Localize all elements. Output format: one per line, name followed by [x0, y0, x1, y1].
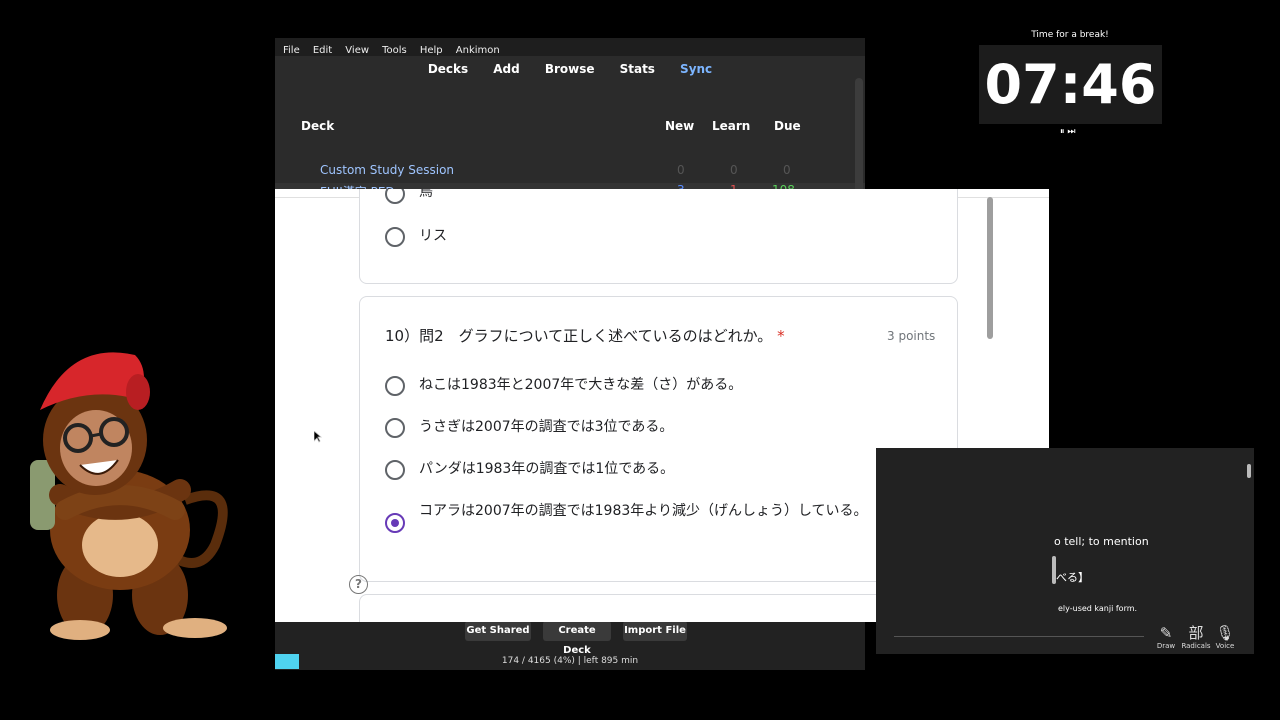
radio-button-selected[interactable] [385, 513, 405, 533]
dictionary-scrollbar[interactable] [1247, 464, 1251, 478]
timer-box: 07:46 [979, 45, 1162, 124]
microphone-icon: 🎙 [1215, 624, 1235, 642]
form-scrollbar[interactable] [987, 197, 993, 339]
question-text: 10）問2 グラフについて正しく述べているのはどれか。 [385, 327, 773, 345]
definition-text: o tell; to mention [1054, 535, 1149, 548]
toolbar-stats[interactable]: Stats [620, 62, 655, 76]
required-mark: * [777, 327, 785, 345]
toolbar-sync[interactable]: Sync [680, 62, 712, 76]
deck-name[interactable]: Custom Study Session [320, 163, 454, 177]
menu-edit[interactable]: Edit [313, 45, 332, 56]
draw-button[interactable]: ✎ Draw [1151, 624, 1181, 650]
toolbar-decks[interactable]: Decks [428, 62, 468, 76]
create-deck-button[interactable]: Create Deck [543, 621, 611, 656]
radio-button[interactable] [385, 460, 405, 480]
learn-header: Learn [712, 119, 751, 133]
option-label: 鳥 [419, 189, 433, 200]
radio-button[interactable] [385, 227, 405, 247]
toolbar-browse[interactable]: Browse [545, 62, 595, 76]
monkey-mascot-image [30, 352, 228, 640]
radio-button[interactable] [385, 189, 405, 204]
radio-button[interactable] [385, 418, 405, 438]
toolbar-add[interactable]: Add [493, 62, 519, 76]
help-icon[interactable]: ? [349, 575, 368, 594]
deck-row[interactable]: Custom Study Session 0 0 0 [275, 163, 865, 181]
previous-question-card: 鳥 リス [359, 189, 958, 284]
get-shared-button[interactable]: Get Shared [465, 621, 531, 641]
new-header: New [665, 119, 695, 133]
deck-header: Deck [301, 119, 335, 133]
deck-learn-count: 0 [730, 163, 738, 177]
voice-button[interactable]: 🎙 Voice [1210, 624, 1240, 650]
bottom-bar: Get Shared Create Deck Import File 174 /… [275, 618, 865, 670]
mouse-cursor-icon [314, 431, 322, 443]
import-file-button[interactable]: Import File [623, 621, 687, 641]
option-label: うさぎは2007年の調査では3位である。 [419, 419, 674, 435]
draw-label: Draw [1156, 642, 1176, 650]
radicals-label: Radicals [1181, 642, 1211, 650]
reading-text: べる】 [1056, 571, 1089, 584]
deck-due-count: 0 [783, 163, 791, 177]
points-label: 3 points [887, 329, 936, 343]
divider [894, 636, 1144, 637]
menu-help[interactable]: Help [420, 45, 443, 56]
menu-view[interactable]: View [345, 45, 369, 56]
menu-tools[interactable]: Tools [382, 45, 407, 56]
dictionary-window: o tell; to mention べる】 ely-used kanji fo… [876, 448, 1254, 654]
timer-value: 07:46 [984, 53, 1157, 116]
menu-ankimon[interactable]: Ankimon [456, 45, 500, 56]
note-text: ely-used kanji form. [1058, 604, 1138, 613]
menu-file[interactable]: File [283, 45, 300, 56]
menu-bar: File Edit View Tools Help Ankimon [275, 38, 865, 56]
main-toolbar: Decks Add Browse Stats Sync [275, 58, 865, 77]
voice-label: Voice [1215, 642, 1235, 650]
due-header: Due [774, 119, 801, 133]
question-card: 10）問2 グラフについて正しく述べているのはどれか。 * 3 points ね… [359, 296, 958, 582]
next-question-card [359, 594, 958, 622]
radicals-button[interactable]: 部 Radicals [1181, 624, 1211, 650]
option-label: コアラは2007年の調査では1983年より減少（げんしょう）している。 [419, 503, 868, 519]
deck-new-count: 0 [677, 163, 685, 177]
question-title: 10）問2 グラフについて正しく述べているのはどれか。 * [385, 325, 785, 347]
timer-label: Time for a break! [1031, 30, 1109, 40]
radio-button[interactable] [385, 376, 405, 396]
option-label: ねこは1983年と2007年で大きな差（さ）がある。 [419, 377, 743, 393]
timer-controls[interactable]: ⏸ ⏭ [1060, 127, 1075, 137]
radical-icon: 部 [1188, 624, 1204, 642]
progress-text: 174 / 4165 (4%) | left 895 min [501, 656, 639, 666]
pencil-icon: ✎ [1159, 624, 1173, 642]
option-label: パンダは1983年の調査では1位である。 [419, 461, 675, 477]
option-label: リス [419, 228, 447, 244]
